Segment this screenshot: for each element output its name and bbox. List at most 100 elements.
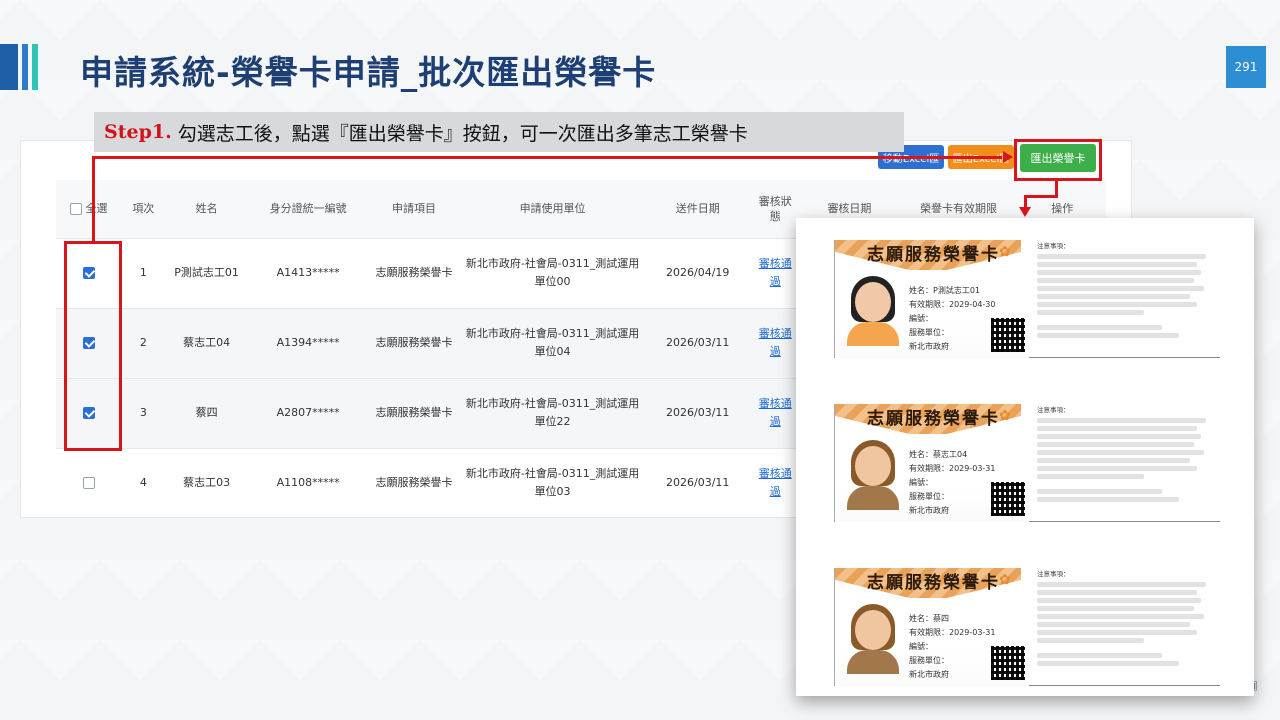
row-name: 蔡志工04 bbox=[183, 336, 231, 349]
volunteer-avatar bbox=[847, 604, 899, 674]
card-unit: 服務單位： bbox=[909, 656, 949, 665]
column-header: 申請使用單位 bbox=[459, 180, 646, 238]
card-notes-title: 注意事項： bbox=[1037, 242, 1070, 250]
row-id: A1394***** bbox=[276, 336, 340, 349]
card-front: 志願服務榮譽卡 ✿ 姓名：蔡四 有效期限：2029-03-31 編號： 服務單位… bbox=[835, 568, 1029, 686]
row-status-link[interactable]: 審核通過 bbox=[759, 397, 792, 428]
table-cell: 2026/03/11 bbox=[645, 447, 751, 518]
card-notes-title: 注意事項： bbox=[1037, 406, 1070, 414]
card-back: 注意事項： bbox=[1033, 568, 1219, 686]
card-back: 注意事項： bbox=[1033, 240, 1219, 358]
table-cell: 3 bbox=[121, 377, 166, 448]
flower-icon: ✿ bbox=[999, 572, 1011, 588]
row-item: 志願服務榮譽卡 bbox=[375, 266, 453, 279]
row-date: 2026/03/11 bbox=[666, 406, 730, 419]
card-unit: 服務單位： bbox=[909, 492, 949, 501]
column-header: 項次 bbox=[121, 180, 166, 238]
card-holder-lines bbox=[1037, 653, 1215, 666]
table-cell: 志願服務榮譽卡 bbox=[368, 237, 460, 308]
annotation-line bbox=[92, 156, 1002, 159]
row-date: 2026/03/11 bbox=[666, 476, 730, 490]
annotation-arrow-icon bbox=[1019, 207, 1031, 217]
card-valid: 有效期限：2029-03-31 bbox=[909, 628, 996, 637]
table-cell: 1 bbox=[121, 237, 166, 308]
card-holder-lines bbox=[1037, 325, 1215, 338]
slide-title: 申請系統-榮譽卡申請_批次匯出榮譽卡 bbox=[80, 53, 657, 92]
honor-card: 志願服務榮譽卡 ✿ 姓名：蔡志工04 有效期限：2029-03-31 編號： 服… bbox=[834, 404, 1220, 522]
table-cell: 志願服務榮譽卡 bbox=[368, 307, 460, 378]
column-header: 身分證統一編號 bbox=[248, 180, 369, 238]
row-status-link[interactable]: 審核通過 bbox=[759, 467, 792, 498]
row-status-link[interactable]: 審核通過 bbox=[759, 327, 792, 358]
row-date: 2026/04/19 bbox=[666, 266, 730, 279]
card-holder-lines bbox=[1037, 489, 1215, 502]
row-item: 志願服務榮譽卡 bbox=[375, 336, 453, 349]
annotation-arrow-icon bbox=[1003, 151, 1013, 163]
column-header: 姓名 bbox=[165, 180, 249, 238]
row-index: 1 bbox=[139, 266, 147, 279]
column-header: 審核狀態 bbox=[750, 180, 801, 238]
row-unit: 新北市政府-社會局-0311_測試運用單位00 bbox=[465, 257, 640, 288]
row-name: 蔡四 bbox=[195, 406, 218, 419]
row-item: 志願服務榮譽卡 bbox=[375, 476, 453, 490]
card-no: 編號： bbox=[909, 642, 933, 651]
card-notes bbox=[1037, 582, 1215, 643]
table-cell: 新北市政府-社會局-0311_測試運用單位00 bbox=[459, 237, 646, 308]
qr-code-icon bbox=[991, 482, 1025, 516]
select-all-checkbox[interactable] bbox=[69, 203, 82, 216]
row-name: P測試志工01 bbox=[174, 266, 239, 279]
card-notes bbox=[1037, 418, 1215, 479]
card-title: 志願服務榮譽卡 bbox=[867, 409, 1000, 429]
row-id: A1413***** bbox=[276, 266, 340, 279]
row-status-link[interactable]: 審核通過 bbox=[759, 257, 792, 288]
table-cell: A1394***** bbox=[248, 307, 369, 378]
card-name: 姓名：蔡四 bbox=[909, 614, 949, 623]
volunteer-avatar bbox=[847, 276, 899, 346]
table-cell: 2026/03/11 bbox=[645, 307, 751, 378]
table-cell: 2 bbox=[121, 307, 166, 378]
column-header: 申請項目 bbox=[368, 180, 460, 238]
export-button-highlight bbox=[1014, 139, 1102, 181]
table-cell: A1108***** bbox=[248, 447, 369, 518]
table-cell: 2026/04/19 bbox=[645, 237, 751, 308]
column-header: 送件日期 bbox=[645, 180, 751, 238]
flower-icon: ✿ bbox=[999, 408, 1011, 424]
row-checkbox[interactable] bbox=[82, 477, 95, 490]
row-index: 3 bbox=[139, 406, 147, 419]
column-header-select-all[interactable]: 全選 bbox=[56, 180, 122, 238]
table-cell: P測試志工01 bbox=[165, 237, 249, 308]
table-cell: 新北市政府-社會局-0311_測試運用單位03 bbox=[459, 447, 646, 518]
card-valid: 有效期限：2029-04-30 bbox=[909, 300, 996, 309]
step-instruction: Step1. 勾選志工後，點選『匯出榮譽卡』按鈕，可一次匯出多筆志工榮譽卡 bbox=[94, 112, 904, 152]
card-notes bbox=[1037, 254, 1215, 315]
card-name: 姓名：P測試志工01 bbox=[909, 286, 981, 295]
table-cell: 新北市政府-社會局-0311_測試運用單位04 bbox=[459, 307, 646, 378]
row-unit: 新北市政府-社會局-0311_測試運用單位03 bbox=[465, 467, 640, 499]
table-cell: 審核通過 bbox=[750, 237, 801, 308]
step-label: Step1. bbox=[104, 121, 172, 143]
table-cell: 審核通過 bbox=[750, 447, 801, 518]
table-cell: A2807***** bbox=[248, 377, 369, 448]
card-city: 新北市政府 bbox=[909, 670, 949, 679]
qr-code-icon bbox=[991, 318, 1025, 352]
title-accent-bar bbox=[32, 44, 38, 90]
card-back: 注意事項： bbox=[1033, 404, 1219, 522]
table-cell[interactable] bbox=[56, 447, 122, 518]
card-valid: 有效期限：2029-03-31 bbox=[909, 464, 996, 473]
card-unit: 服務單位： bbox=[909, 328, 949, 337]
table-cell: 蔡志工03 bbox=[165, 447, 249, 518]
table-cell: 4 bbox=[121, 447, 166, 518]
card-notes-title: 注意事項： bbox=[1037, 570, 1070, 578]
annotation-line bbox=[1024, 195, 1058, 198]
table-cell: 2026/03/11 bbox=[645, 377, 751, 448]
table-cell: 志願服務榮譽卡 bbox=[368, 377, 460, 448]
row-item: 志願服務榮譽卡 bbox=[375, 406, 453, 419]
qr-code-icon bbox=[991, 646, 1025, 680]
row-index: 4 bbox=[139, 476, 147, 490]
step-text: 勾選志工後，點選『匯出榮譽卡』按鈕，可一次匯出多筆志工榮譽卡 bbox=[177, 122, 748, 145]
annotation-line bbox=[92, 156, 95, 242]
card-name: 姓名：蔡志工04 bbox=[909, 450, 968, 459]
row-name: 蔡志工03 bbox=[183, 476, 231, 490]
table-cell: A1413***** bbox=[248, 237, 369, 308]
title-accent-bar bbox=[0, 44, 18, 90]
